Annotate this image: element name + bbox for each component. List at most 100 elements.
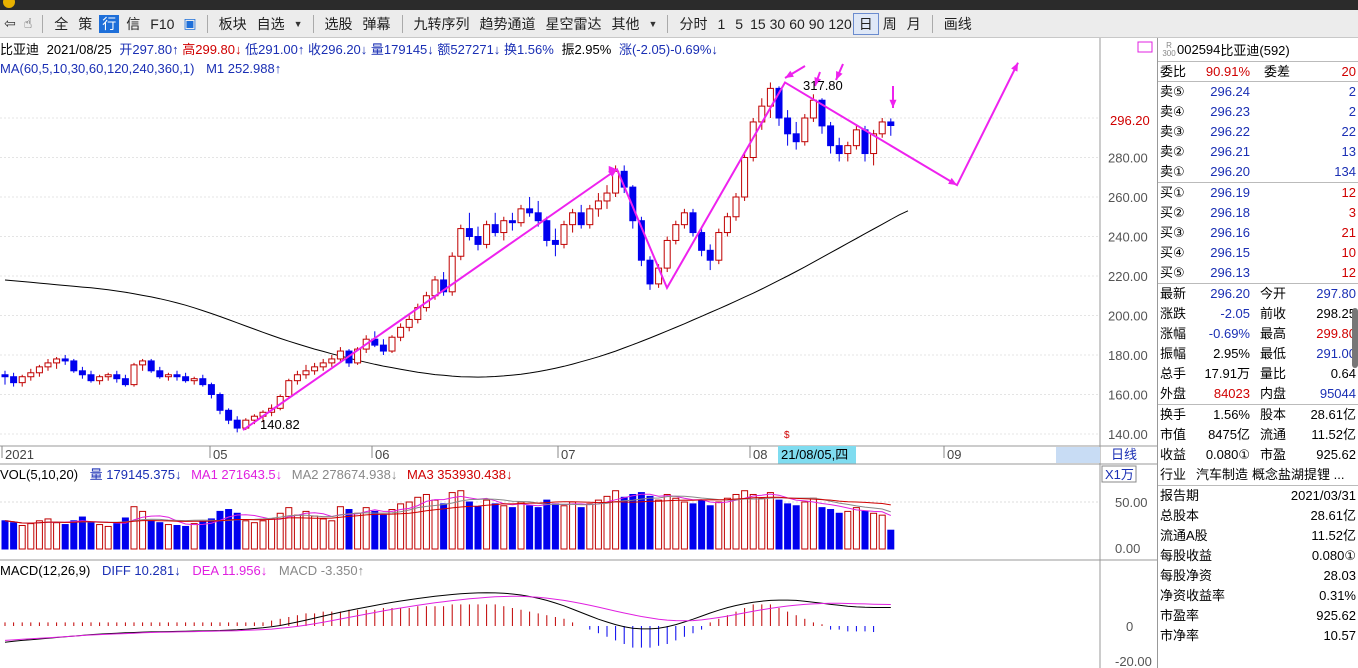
candle-body [792, 133, 800, 143]
candle-body [586, 208, 594, 226]
volume-bar [655, 499, 663, 550]
candle-body [173, 374, 181, 378]
period-90min[interactable]: 90 [807, 10, 827, 37]
period-day[interactable]: 日 [852, 12, 879, 35]
candle-body [465, 228, 473, 238]
stat-row: 最新 296.20 今开 297.80 [1160, 286, 1356, 301]
chevron-down-icon[interactable]: ▼ [290, 19, 307, 29]
candle-body [543, 220, 551, 241]
volume-bar [328, 520, 336, 550]
period-30min[interactable]: 30 [768, 10, 788, 37]
vol-ma1: MA1 271643.5↓ [191, 467, 282, 482]
volume-bar [758, 497, 766, 550]
candle-body [784, 117, 792, 135]
toolbar-sector[interactable]: 板块 [214, 10, 252, 37]
hand-icon[interactable]: ☝ [20, 15, 37, 32]
period-week[interactable]: 周 [878, 10, 902, 37]
candle-body [534, 212, 542, 222]
volume-bar [792, 505, 800, 550]
app-logo-icon [3, 0, 15, 8]
volume-bar [844, 510, 852, 550]
macd-label: MACD(12,26,9) [0, 563, 90, 578]
volume-bar [689, 503, 697, 550]
bid-row: 买⑤ 296.13 12 [1160, 265, 1356, 280]
financials: 报告期 2021/03/31 总股本 28.61亿 流通A股 11.52亿 每股收益 0… [1158, 486, 1358, 646]
candle-body [887, 121, 895, 127]
volume-bar [259, 520, 267, 550]
stat-row: 市值 8475亿 流通 11.52亿 [1160, 427, 1356, 442]
toolbar-strategy[interactable]: 策 [73, 10, 97, 37]
volume-bar [672, 497, 680, 550]
candle-body [87, 374, 95, 382]
toolbar-all[interactable]: 全 [49, 10, 73, 37]
fin-row: 每股收益 0.080① [1160, 548, 1356, 563]
toolbar-info[interactable]: 信 [121, 10, 145, 37]
toolbar-danmaku[interactable]: 弹幕 [358, 10, 396, 37]
period-60min[interactable]: 60 [787, 10, 807, 37]
macd-diff: DIFF 10.281↓ [102, 563, 181, 578]
period-15min[interactable]: 15 [748, 10, 768, 37]
candle-body [35, 366, 43, 374]
volume-bar [483, 499, 491, 550]
bar-change: 涨(-2.05)-0.69%↓ [619, 42, 718, 57]
chevron-down-icon[interactable]: ▼ [645, 19, 662, 29]
date-tick-label: 08 [753, 447, 767, 462]
toolbar-draw-line[interactable]: 画线 [939, 10, 977, 37]
macd-title: MACD(12,26,9) DIFF 10.281↓ DEA 11.956↓ M… [0, 563, 364, 578]
period-120min[interactable]: 120 [826, 10, 853, 37]
order-ratio: 委比 90.91% 委差 20 [1158, 62, 1358, 82]
window-layout-icon[interactable]: ▣ [179, 15, 200, 32]
candle-body [10, 376, 18, 384]
stat-row: 涨跌 -2.05 前收 298.25 [1160, 306, 1356, 321]
candle-body [96, 376, 104, 382]
volume-bar [835, 512, 843, 550]
macd-diff-line [4, 592, 891, 643]
volume-bar [698, 499, 706, 550]
period-month[interactable]: 月 [902, 10, 926, 37]
toolbar-trend-channel[interactable]: 趋势通道 [475, 10, 541, 37]
bar-turnover: 换1.56% [504, 42, 554, 57]
quote-stats: 最新 296.20 今开 297.80 涨跌 -2.05 前收 298.25 涨幅 -0.69… [1158, 284, 1358, 405]
toolbar-stock-picker[interactable]: 选股 [320, 10, 358, 37]
candle-body [835, 145, 843, 155]
volume-bar [225, 509, 233, 550]
fin-row: 总股本 28.61亿 [1160, 508, 1356, 523]
toolbar-star-radar[interactable]: 星空雷达 [541, 10, 607, 37]
toolbar-f10[interactable]: F10 [145, 10, 179, 37]
period-5min[interactable]: 5 [730, 10, 748, 37]
vol-axis-50: 50.00 [1115, 495, 1148, 510]
volume-bar [285, 507, 293, 550]
toolbar-watchlist[interactable]: 自选 [252, 10, 290, 37]
toolbar-quote[interactable]: 行 [99, 14, 120, 33]
period-1min[interactable]: 1 [712, 10, 730, 37]
volume-bar [216, 510, 224, 550]
volume-bar [345, 509, 353, 550]
price-tick-label: 160.00 [1108, 388, 1148, 403]
volume-bar [517, 501, 525, 550]
toolbar-other[interactable]: 其他 [607, 10, 645, 37]
candle-body [569, 212, 577, 226]
toolbar-nine-turn[interactable]: 九转序列 [409, 10, 475, 37]
candle [801, 114, 809, 146]
volume-bar [620, 496, 628, 550]
candle-body [517, 208, 525, 224]
candle [723, 212, 731, 237]
panel-toggle-icon[interactable] [1137, 41, 1153, 53]
volume-bar [560, 505, 568, 550]
industry-row[interactable]: 行业 汽车制造 概念盐湖提锂 ... [1158, 465, 1358, 485]
kline-chart[interactable]: 300.00280.00260.00240.00220.00200.00180.… [0, 38, 1157, 668]
fin-row: 市盈率 925.62 [1160, 608, 1356, 623]
high-annotation: 317.80 [803, 78, 843, 93]
quote-scrollbar[interactable] [1352, 308, 1358, 368]
period-intraday[interactable]: 分时 [674, 10, 712, 37]
volume-bar [457, 490, 465, 550]
candle-body [225, 409, 233, 421]
volume-bar [766, 492, 774, 550]
volume-bar [663, 493, 671, 550]
candle-body [319, 362, 327, 368]
candle [586, 204, 594, 229]
back-icon[interactable]: ⇦ [0, 15, 20, 32]
candle-body [293, 374, 301, 382]
vol-unit: X1万 [1105, 467, 1134, 482]
volume-bar [818, 507, 826, 550]
